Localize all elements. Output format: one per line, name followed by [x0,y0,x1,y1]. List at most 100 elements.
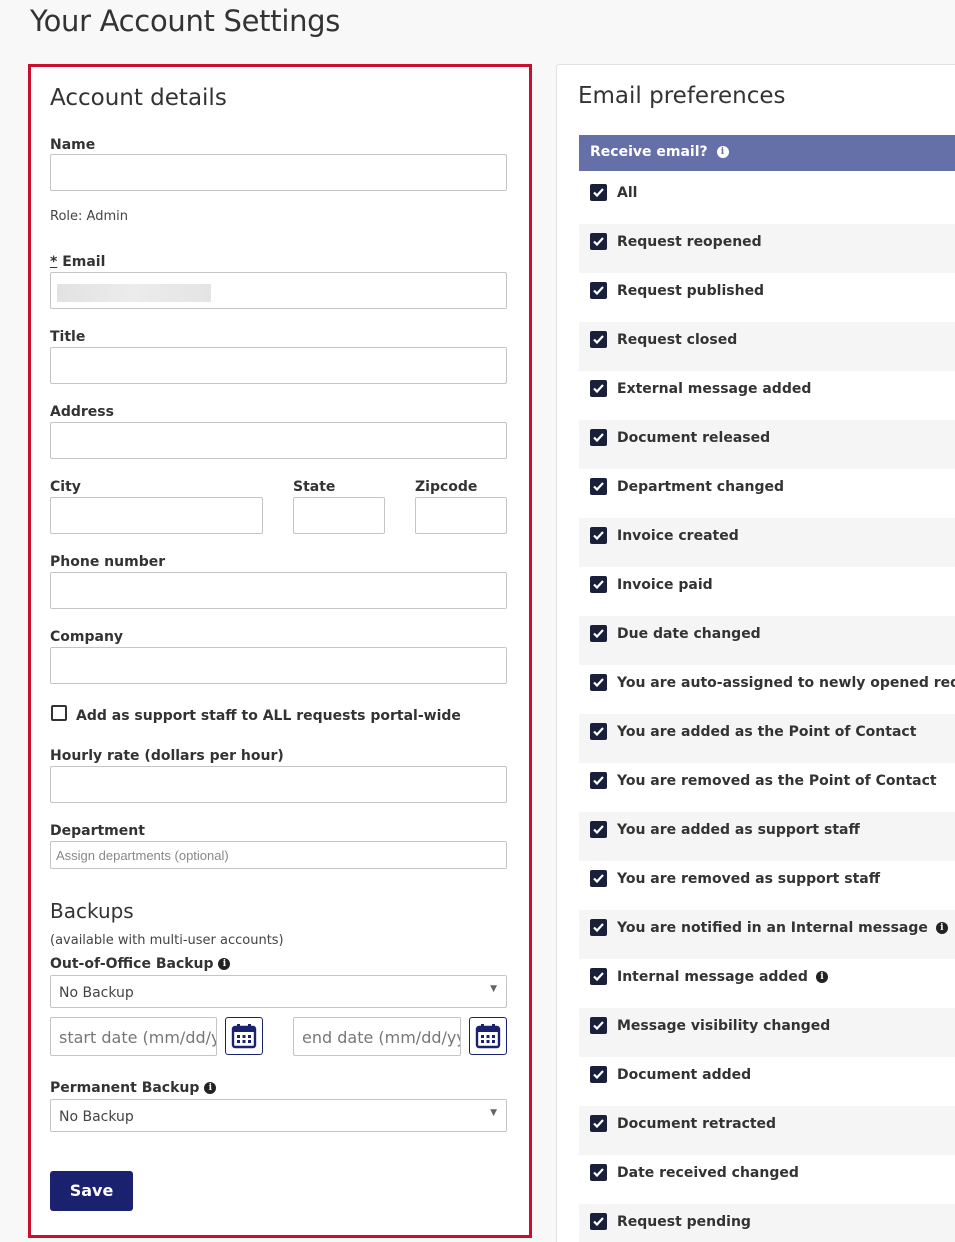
email-pref-label-text: Department changed [617,479,785,495]
checkmark-icon [593,1021,604,1031]
email-pref-checkbox[interactable] [590,968,607,985]
email-pref-row: Message visibility changed [579,1008,955,1057]
email-pref-checkbox[interactable] [590,723,607,740]
checkmark-icon [593,237,604,247]
email-pref-checkbox[interactable] [590,1213,607,1230]
email-pref-checkbox[interactable] [590,1017,607,1034]
email-pref-checkbox[interactable] [590,821,607,838]
email-pref-row: Document released [579,420,955,469]
email-input[interactable] [50,272,507,309]
email-pref-row: Request closed [579,322,955,371]
checkmark-icon [593,776,604,786]
account-details-panel: Account details Name Role: Admin * Email… [28,64,532,1238]
hourly-rate-label: Hourly rate (dollars per hour) [50,748,284,764]
checkmark-icon [593,580,604,590]
support-staff-checkbox[interactable] [51,705,67,721]
email-pref-label: You are removed as the Point of Contact [617,773,937,789]
email-pref-label-text: External message added [617,381,812,397]
receive-email-header: Receive email? i [579,135,955,171]
title-label: Title [50,329,86,345]
title-input[interactable] [50,347,507,384]
email-pref-checkbox[interactable] [590,674,607,691]
email-pref-label: Document added [617,1067,751,1083]
info-icon[interactable]: i [204,1082,217,1094]
company-label: Company [50,629,124,645]
email-pref-row: Request reopened [579,224,955,273]
name-input[interactable] [50,154,507,191]
city-input[interactable] [50,497,263,534]
end-date-calendar-button[interactable] [469,1017,507,1055]
info-icon[interactable]: i [935,922,948,934]
email-pref-label: You are removed as support staff [617,871,880,887]
email-pref-checkbox[interactable] [590,527,607,544]
state-label: State [293,479,336,495]
email-pref-checkbox[interactable] [590,233,607,250]
address-input[interactable] [50,422,507,459]
hourly-rate-input[interactable] [50,766,507,803]
email-pref-label-text: Request published [617,283,765,299]
email-pref-checkbox[interactable] [590,919,607,936]
ooo-backup-select[interactable]: No Backup ▼ [50,975,507,1008]
email-pref-checkbox[interactable] [590,576,607,593]
email-pref-label: Request pending [617,1214,751,1230]
role-text: Role: Admin [50,209,128,224]
email-pref-label-text: Due date changed [617,626,761,642]
email-pref-checkbox[interactable] [590,380,607,397]
email-pref-label-text: All [617,185,638,201]
phone-input[interactable] [50,572,507,609]
info-icon[interactable]: i [218,958,231,970]
email-pref-row: Invoice paid [579,567,955,616]
zipcode-label: Zipcode [415,479,478,495]
calendar-icon [231,1024,257,1049]
email-pref-label: All [617,185,637,201]
receive-email-label: Receive email? [590,144,708,160]
email-pref-checkbox[interactable] [590,184,607,201]
checkmark-icon [593,1217,604,1227]
department-input[interactable]: Assign departments (optional) [50,841,507,869]
checkmark-icon [593,335,604,345]
name-label: Name [50,137,96,153]
email-pref-checkbox[interactable] [590,625,607,642]
info-icon[interactable]: i [716,146,729,158]
email-pref-checkbox[interactable] [590,870,607,887]
email-pref-checkbox[interactable] [590,772,607,789]
checkmark-icon [593,1070,604,1080]
email-pref-checkbox[interactable] [590,478,607,495]
email-pref-label: You are auto-assigned to newly opened re… [617,675,955,691]
email-pref-label-text: You are added as the Point of Contact [617,724,917,740]
email-pref-label: External message added [617,381,811,397]
checkmark-icon [593,1168,604,1178]
email-pref-checkbox[interactable] [590,282,607,299]
email-pref-checkbox[interactable] [590,1164,607,1181]
email-pref-label-text: Document released [617,430,771,446]
email-pref-checkbox[interactable] [590,331,607,348]
company-input[interactable] [50,647,507,684]
email-pref-label: Department changed [617,479,784,495]
save-button[interactable]: Save [50,1171,133,1211]
permanent-backup-select[interactable]: No Backup ▼ [50,1099,507,1132]
state-input[interactable] [293,497,385,534]
account-details-heading: Account details [50,85,227,111]
email-pref-checkbox[interactable] [590,429,607,446]
checkmark-icon [593,188,604,198]
info-icon[interactable]: i [815,971,828,983]
email-pref-checkbox[interactable] [590,1115,607,1132]
email-pref-label: Date received changed [617,1165,799,1181]
email-pref-label-text: Message visibility changed [617,1018,831,1034]
permanent-backup-label-text: Permanent Backup [50,1080,200,1096]
end-date-input[interactable]: end date (mm/dd/yy [293,1017,461,1056]
city-label: City [50,479,81,495]
email-pref-label-text: Request pending [617,1214,751,1230]
ooo-backup-label-text: Out-of-Office Backup [50,956,214,972]
zipcode-input[interactable] [415,497,507,534]
email-pref-checkbox[interactable] [590,1066,607,1083]
email-pref-row: You are notified in an Internal message i [579,910,955,959]
support-staff-label: Add as support staff to ALL requests por… [76,708,461,724]
checkmark-icon [593,727,604,737]
email-pref-label: Document retracted [617,1116,776,1132]
checkmark-icon [593,629,604,639]
start-date-calendar-button[interactable] [225,1017,263,1055]
start-date-input[interactable]: start date (mm/dd/y [50,1017,217,1056]
email-pref-label: Internal message added i [617,969,828,985]
email-pref-label: You are notified in an Internal message i [617,920,948,936]
